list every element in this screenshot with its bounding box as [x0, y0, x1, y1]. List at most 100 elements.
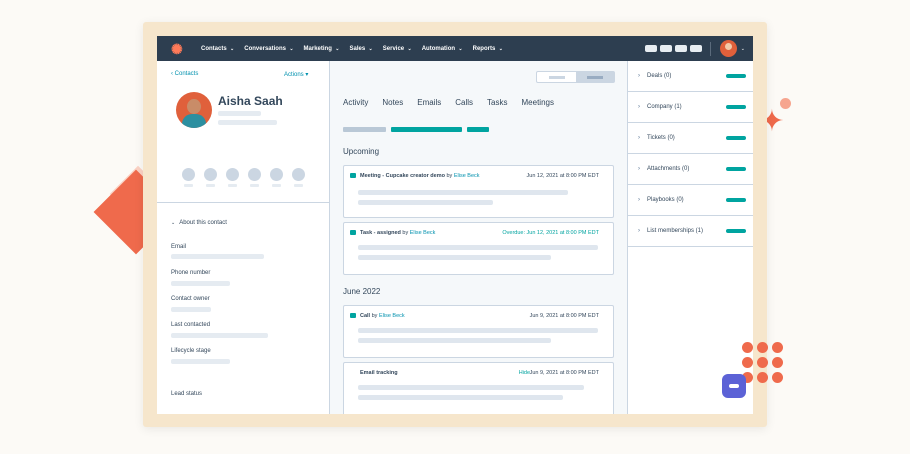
add-association-bar[interactable]	[726, 136, 746, 140]
placeholder-line	[358, 395, 563, 400]
nav-utility-button[interactable]	[644, 45, 657, 52]
nav-utilities: ⌄	[642, 36, 745, 61]
top-navigation: ✺ Contacts ⌄ Conversations ⌄ Marketing ⌄…	[157, 36, 753, 61]
quick-action-row	[182, 168, 314, 187]
association-playbooks[interactable]: › Playbooks (0)	[628, 185, 753, 216]
hubspot-logo-icon[interactable]: ✺	[171, 42, 185, 56]
field-label-lead-status: Lead status	[171, 391, 203, 397]
filter-chip[interactable]	[343, 127, 386, 132]
lifecycle-value-placeholder	[171, 359, 230, 364]
nav-utility-button[interactable]	[689, 45, 702, 52]
nav-automation[interactable]: Automation ⌄	[422, 46, 463, 52]
association-attachments[interactable]: › Attachments (0)	[628, 154, 753, 185]
activity-tabs: Activity Notes Emails Calls Tasks Meetin…	[343, 98, 568, 107]
overdue-date: Overdue: Jun 12, 2021 at 8:00 PM EDT	[502, 230, 599, 236]
last-contacted-value-placeholder	[171, 333, 268, 338]
month-heading: June 2022	[343, 287, 381, 296]
nav-contacts[interactable]: Contacts ⌄	[201, 46, 234, 52]
decorative-dot-grid	[742, 342, 783, 383]
nav-utility-button[interactable]	[659, 45, 672, 52]
nav-reports[interactable]: Reports ⌄	[473, 46, 503, 52]
nav-divider	[709, 41, 711, 56]
tab-calls[interactable]: Calls	[455, 98, 473, 107]
hide-link[interactable]: Hide	[519, 370, 530, 376]
owner-link[interactable]: Elise Beck	[454, 173, 480, 179]
actions-dropdown[interactable]: Actions ▾	[284, 71, 308, 78]
tab-meetings[interactable]: Meetings	[522, 98, 554, 107]
phone-value-placeholder	[171, 281, 230, 286]
meeting-icon	[350, 173, 356, 178]
quick-action-button[interactable]	[248, 168, 270, 187]
add-association-bar[interactable]	[726, 198, 746, 202]
placeholder-line	[358, 200, 493, 205]
chevron-down-icon[interactable]: ⌄	[741, 46, 745, 52]
chevron-down-icon: ⌄	[171, 220, 176, 226]
association-deals[interactable]: › Deals (0)	[628, 61, 753, 92]
filter-chip[interactable]	[391, 127, 462, 132]
field-label-lifecycle: Lifecycle stage	[171, 348, 211, 354]
activity-card-email[interactable]: Email tracking Hide Jun 9, 2021 at 8:00 …	[343, 362, 614, 414]
chevron-right-icon: ›	[638, 73, 640, 79]
activity-card-meeting[interactable]: Meeting - Cupcake creator demo by Elise …	[343, 165, 614, 218]
filter-chip[interactable]	[467, 127, 489, 132]
tab-notes[interactable]: Notes	[382, 98, 403, 107]
owner-link[interactable]: Elise Beck	[410, 230, 436, 236]
placeholder-line	[218, 120, 277, 125]
task-icon	[350, 230, 356, 235]
association-tickets[interactable]: › Tickets (0)	[628, 123, 753, 154]
contact-sidebar: ‹ Contacts Actions ▾ Aisha Saah ⌄ About t…	[157, 61, 330, 414]
placeholder-line	[358, 385, 584, 390]
view-toggle[interactable]	[536, 71, 615, 83]
add-association-bar[interactable]	[726, 229, 746, 233]
tab-tasks[interactable]: Tasks	[487, 98, 507, 107]
field-label-last-contacted: Last contacted	[171, 322, 211, 328]
about-section-toggle[interactable]: ⌄ About this contact	[171, 220, 227, 226]
view-toggle-option-selected[interactable]	[576, 72, 614, 82]
chevron-down-icon: ⌄	[457, 45, 463, 52]
owner-value-placeholder	[171, 307, 211, 312]
activity-date: Jun 9, 2021 at 8:00 PM EDT	[529, 370, 599, 376]
tab-emails[interactable]: Emails	[417, 98, 441, 107]
add-association-bar[interactable]	[726, 167, 746, 171]
crm-app-window: ✺ Contacts ⌄ Conversations ⌄ Marketing ⌄…	[157, 36, 753, 414]
call-icon	[350, 313, 356, 318]
chevron-right-icon: ›	[638, 228, 640, 234]
tab-activity[interactable]: Activity	[343, 98, 368, 107]
activity-date: Jun 9, 2021 at 8:00 PM EDT	[529, 313, 599, 319]
chevron-right-icon: ›	[638, 197, 640, 203]
activity-card-task[interactable]: Task - assigned by Elise Beck Overdue: J…	[343, 222, 614, 275]
association-company[interactable]: › Company (1)	[628, 92, 753, 123]
nav-sales[interactable]: Sales ⌄	[349, 46, 372, 52]
field-label-email: Email	[171, 244, 187, 250]
activity-card-call[interactable]: Call by Elise Beck Jun 9, 2021 at 8:00 P…	[343, 305, 614, 358]
placeholder-line	[358, 190, 568, 195]
field-label-owner: Contact owner	[171, 296, 210, 302]
placeholder-line	[358, 255, 551, 260]
chevron-down-icon: ⌄	[367, 45, 373, 52]
nav-marketing[interactable]: Marketing ⌄	[304, 46, 340, 52]
nav-utility-button[interactable]	[674, 45, 687, 52]
chevron-down-icon: ⌄	[406, 45, 412, 52]
association-list-memberships[interactable]: › List memberships (1)	[628, 216, 753, 247]
add-association-bar[interactable]	[726, 74, 746, 78]
owner-link[interactable]: Elise Beck	[379, 313, 405, 319]
chevron-right-icon: ›	[638, 135, 640, 141]
user-avatar[interactable]	[719, 40, 737, 57]
back-to-contacts-link[interactable]: ‹ Contacts	[171, 71, 198, 77]
chevron-down-icon: ⌄	[287, 45, 294, 52]
activity-card-title: Call by Elise Beck	[360, 313, 405, 319]
activity-card-title: Meeting - Cupcake creator demo by Elise …	[360, 173, 480, 179]
associations-panel: › Deals (0) › Company (1) › Tickets (0) …	[628, 61, 753, 414]
quick-action-button[interactable]	[292, 168, 314, 187]
quick-action-button[interactable]	[226, 168, 248, 187]
activity-card-title: Task - assigned by Elise Beck	[360, 230, 436, 236]
view-toggle-option[interactable]	[537, 72, 576, 82]
quick-action-button[interactable]	[182, 168, 204, 187]
add-association-bar[interactable]	[726, 105, 746, 109]
quick-action-button[interactable]	[204, 168, 226, 187]
quick-action-button[interactable]	[270, 168, 292, 187]
chat-widget-icon[interactable]	[722, 374, 746, 398]
nav-service[interactable]: Service ⌄	[383, 46, 412, 52]
email-value-placeholder	[171, 254, 264, 259]
nav-conversations[interactable]: Conversations ⌄	[244, 46, 293, 52]
